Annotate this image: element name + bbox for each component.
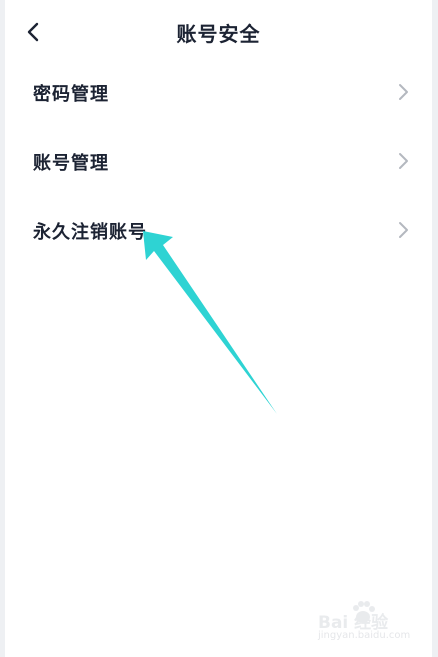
account-security-screen: 账号安全 密码管理 账号管理 永久注销账号: [5, 0, 432, 657]
menu-item-delete-account[interactable]: 永久注销账号: [5, 196, 432, 265]
chevron-right-icon: [399, 153, 408, 169]
chevron-right-icon: [399, 222, 408, 238]
baidu-jingyan-watermark: Bai 经验 jingyan.baidu.com: [318, 598, 418, 646]
chevron-right-icon: [399, 84, 408, 100]
menu-item-account-management[interactable]: 账号管理: [5, 127, 432, 196]
menu-item-label: 账号管理: [33, 153, 109, 174]
watermark-url: jingyan.baidu.com: [318, 630, 411, 641]
settings-menu: 密码管理 账号管理 永久注销账号: [5, 58, 432, 265]
top-navigation-bar: 账号安全: [5, 0, 432, 62]
page-title: 账号安全: [176, 22, 261, 46]
menu-item-label: 永久注销账号: [33, 222, 147, 243]
menu-item-label: 密码管理: [33, 84, 109, 105]
menu-item-password-management[interactable]: 密码管理: [5, 58, 432, 127]
